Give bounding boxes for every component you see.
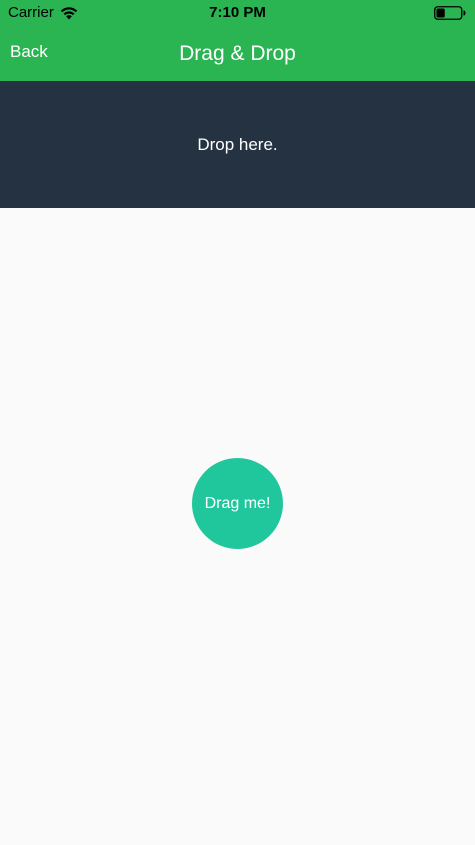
page-title: Drag & Drop xyxy=(179,42,296,65)
navigation-bar: Back Drag & Drop xyxy=(0,26,475,81)
draggable-label: Drag me! xyxy=(204,494,271,512)
status-bar: Carrier 7:10 PM xyxy=(0,0,475,26)
status-time: 7:10 PM xyxy=(209,4,266,21)
drop-zone[interactable]: Drop here. xyxy=(0,81,475,208)
battery-icon xyxy=(434,6,466,20)
drop-zone-label: Drop here. xyxy=(197,134,278,154)
draggable-circle[interactable]: Drag me! xyxy=(192,458,283,549)
